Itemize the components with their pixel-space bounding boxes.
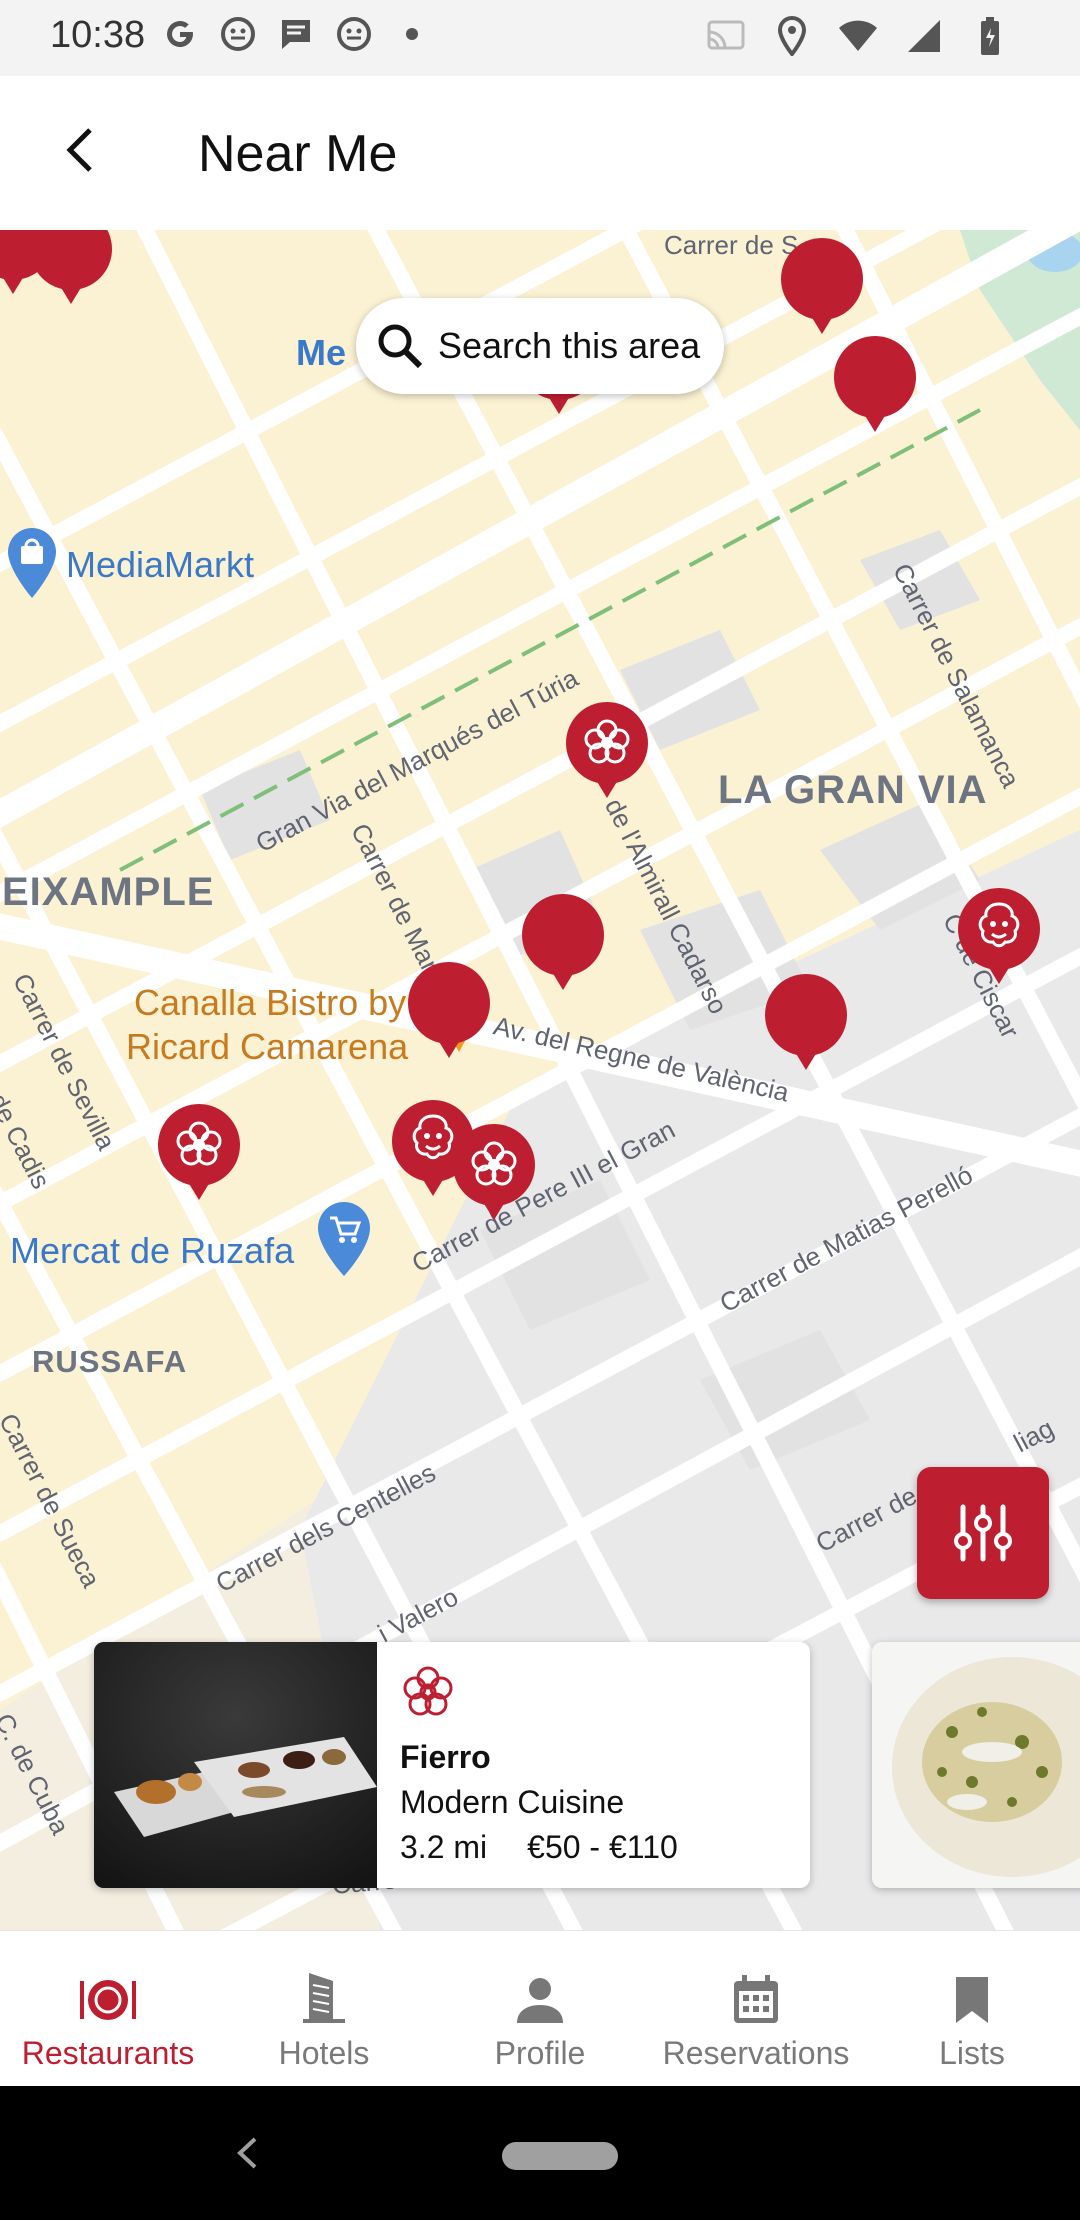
map-pin[interactable] <box>406 960 492 1060</box>
dot-icon <box>392 14 432 54</box>
wifi-icon <box>838 16 878 56</box>
battery-icon <box>970 16 1010 56</box>
michelin-star-pin[interactable] <box>564 700 650 800</box>
map-pin[interactable] <box>763 972 849 1072</box>
system-navigation-bar <box>0 2086 1080 2220</box>
sliders-icon <box>954 1504 1012 1562</box>
michelin-star-pin[interactable] <box>156 1102 242 1202</box>
search-this-area-button[interactable]: Search this area <box>356 298 724 394</box>
chevron-left-icon <box>237 2137 257 2169</box>
search-icon <box>378 324 423 369</box>
system-back-button[interactable] <box>222 2126 272 2180</box>
restaurant-photo <box>94 1642 377 1888</box>
back-button[interactable] <box>52 120 112 180</box>
nav-hotels[interactable]: Hotels <box>216 1931 432 2087</box>
person-icon <box>515 1965 565 2025</box>
restaurant-price: €50 - €110 <box>527 1829 678 1865</box>
map-pin[interactable] <box>779 236 865 336</box>
nav-profile-label: Profile <box>494 2035 586 2071</box>
map-pin[interactable] <box>520 892 606 992</box>
location-icon <box>772 16 812 56</box>
bottom-navigation: Restaurants Hotels Profile Reservations … <box>0 1930 1080 2087</box>
nav-hotels-label: Hotels <box>278 2035 370 2071</box>
assistant-face-icon <box>218 14 258 54</box>
restaurant-distance: 3.2 mi <box>400 1829 488 1865</box>
map-pin[interactable] <box>0 230 56 296</box>
nav-reservations[interactable]: Reservations <box>648 1931 864 2087</box>
page-title: Near Me <box>198 125 398 183</box>
filter-button[interactable] <box>917 1467 1049 1599</box>
google-icon <box>160 14 200 54</box>
restaurant-card[interactable]: Fierro Modern Cuisine 3.2 mi €50 - €110 <box>94 1642 810 1888</box>
assistant-face-icon <box>334 14 374 54</box>
bookmark-icon <box>953 1965 991 2025</box>
system-home-button[interactable] <box>502 2142 618 2170</box>
message-icon <box>276 14 316 54</box>
nav-profile[interactable]: Profile <box>432 1931 648 2087</box>
app-bar: Near Me <box>0 76 1080 230</box>
search-this-area-label: Search this area <box>438 325 701 366</box>
map-pin[interactable] <box>832 334 918 434</box>
bib-gourmand-pin[interactable] <box>956 886 1042 986</box>
status-time: 10:38 <box>50 14 146 56</box>
restaurant-card[interactable] <box>872 1642 1080 1888</box>
restaurant-photo <box>872 1642 1080 1888</box>
status-bar: 10:38 <box>0 0 1080 76</box>
restaurant-cuisine: Modern Cuisine <box>400 1784 625 1820</box>
nav-lists[interactable]: Lists <box>864 1931 1080 2087</box>
restaurant-plate-icon <box>78 1965 138 2025</box>
bib-gourmand-pin[interactable] <box>390 1098 476 1198</box>
signal-icon <box>904 16 944 56</box>
nav-restaurants-label: Restaurants <box>21 2035 195 2071</box>
nav-reservations-label: Reservations <box>662 2035 850 2071</box>
nav-restaurants[interactable]: Restaurants <box>0 1931 216 2087</box>
cast-icon <box>706 16 746 56</box>
calendar-icon <box>731 1965 781 2025</box>
michelin-star-icon <box>400 1664 678 1725</box>
arrow-back-icon <box>66 128 92 172</box>
nav-lists-label: Lists <box>939 2035 1005 2071</box>
restaurant-name: Fierro <box>400 1739 491 1775</box>
map-view[interactable]: Carrer de S Carrer de Salamanca Gran Via… <box>0 230 1080 1930</box>
hotel-building-icon <box>301 1965 347 2025</box>
